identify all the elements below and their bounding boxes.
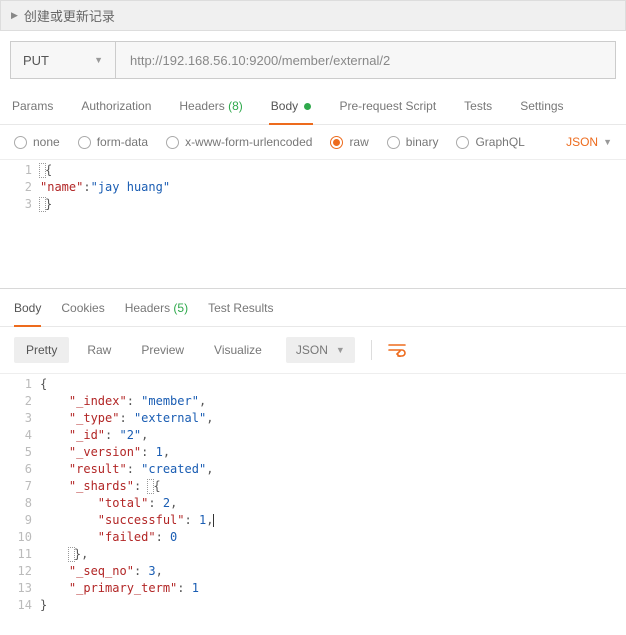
tab-headers-count: (8) [228,99,243,113]
tab-pre-request[interactable]: Pre-request Script [337,89,438,124]
code-area[interactable]: { "name":"jay huang" } [40,160,626,288]
response-lang-value: JSON [296,343,328,357]
radio-icon [330,136,343,149]
radio-icon [387,136,400,149]
code-area[interactable]: { "_index": "member", "_type": "external… [40,374,626,616]
radio-icon [14,136,27,149]
response-body-editor[interactable]: 1234567891011121314 { "_index": "member"… [0,373,626,616]
body-type-binary[interactable]: binary [387,135,439,149]
radio-icon [78,136,91,149]
tab-body-label: Body [271,99,298,113]
tab-params[interactable]: Params [10,89,55,124]
divider [371,340,372,360]
resp-tab-cookies[interactable]: Cookies [61,301,104,326]
request-body-editor[interactable]: 123 { "name":"jay huang" } [0,159,626,289]
tab-authorization[interactable]: Authorization [79,89,153,124]
radio-label: raw [349,135,368,149]
request-row: PUT ▼ http://192.168.56.10:9200/member/e… [10,41,616,79]
view-preview[interactable]: Preview [129,337,196,363]
line-gutter: 123 [0,160,40,288]
response-lang-select[interactable]: JSON ▼ [286,337,355,363]
collapse-arrow-icon[interactable]: ▶ [11,10,18,21]
view-raw[interactable]: Raw [75,337,123,363]
url-value: http://192.168.56.10:9200/member/externa… [130,53,390,68]
tab-headers[interactable]: Headers (8) [177,89,244,124]
body-type-formdata[interactable]: form-data [78,135,148,149]
tab-body[interactable]: Body [269,89,314,125]
body-type-none[interactable]: none [14,135,60,149]
line-gutter: 1234567891011121314 [0,374,40,616]
view-pretty[interactable]: Pretty [14,337,69,363]
content-type-select[interactable]: JSON ▼ [566,135,612,149]
tab-settings[interactable]: Settings [518,89,565,124]
tab-tests[interactable]: Tests [462,89,494,124]
radio-icon [166,136,179,149]
line-wrap-icon[interactable] [388,343,406,357]
radio-label: GraphQL [475,135,524,149]
radio-label: x-www-form-urlencoded [185,135,312,149]
response-tabs: Body Cookies Headers (5) Test Results [0,289,626,327]
body-type-graphql[interactable]: GraphQL [456,135,524,149]
content-type-value: JSON [566,135,598,149]
panel-title-text: 创建或更新记录 [24,6,115,25]
resp-tab-headers[interactable]: Headers (5) [125,301,188,326]
resp-tab-body[interactable]: Body [14,301,41,327]
radio-label: form-data [97,135,148,149]
radio-label: binary [406,135,439,149]
resp-tab-results[interactable]: Test Results [208,301,273,326]
http-method-value: PUT [23,53,49,68]
response-view-bar: Pretty Raw Preview Visualize JSON ▼ [0,327,626,373]
http-method-select[interactable]: PUT ▼ [11,42,116,78]
request-tabs: Params Authorization Headers (8) Body Pr… [0,89,626,125]
body-type-raw[interactable]: raw [330,135,368,149]
view-visualize[interactable]: Visualize [202,337,274,363]
radio-icon [456,136,469,149]
url-input[interactable]: http://192.168.56.10:9200/member/externa… [116,42,615,78]
dropdown-arrow-icon: ▼ [94,55,103,65]
dropdown-arrow-icon: ▼ [603,137,612,147]
radio-label: none [33,135,60,149]
panel-title: ▶ 创建或更新记录 [0,0,626,31]
tab-headers-label: Headers [179,99,224,113]
resp-tab-headers-count: (5) [173,301,188,315]
dropdown-arrow-icon: ▼ [336,345,345,355]
body-type-urlencoded[interactable]: x-www-form-urlencoded [166,135,312,149]
body-modified-dot-icon [304,103,311,110]
resp-tab-headers-label: Headers [125,301,170,315]
body-type-row: none form-data x-www-form-urlencoded raw… [0,125,626,159]
